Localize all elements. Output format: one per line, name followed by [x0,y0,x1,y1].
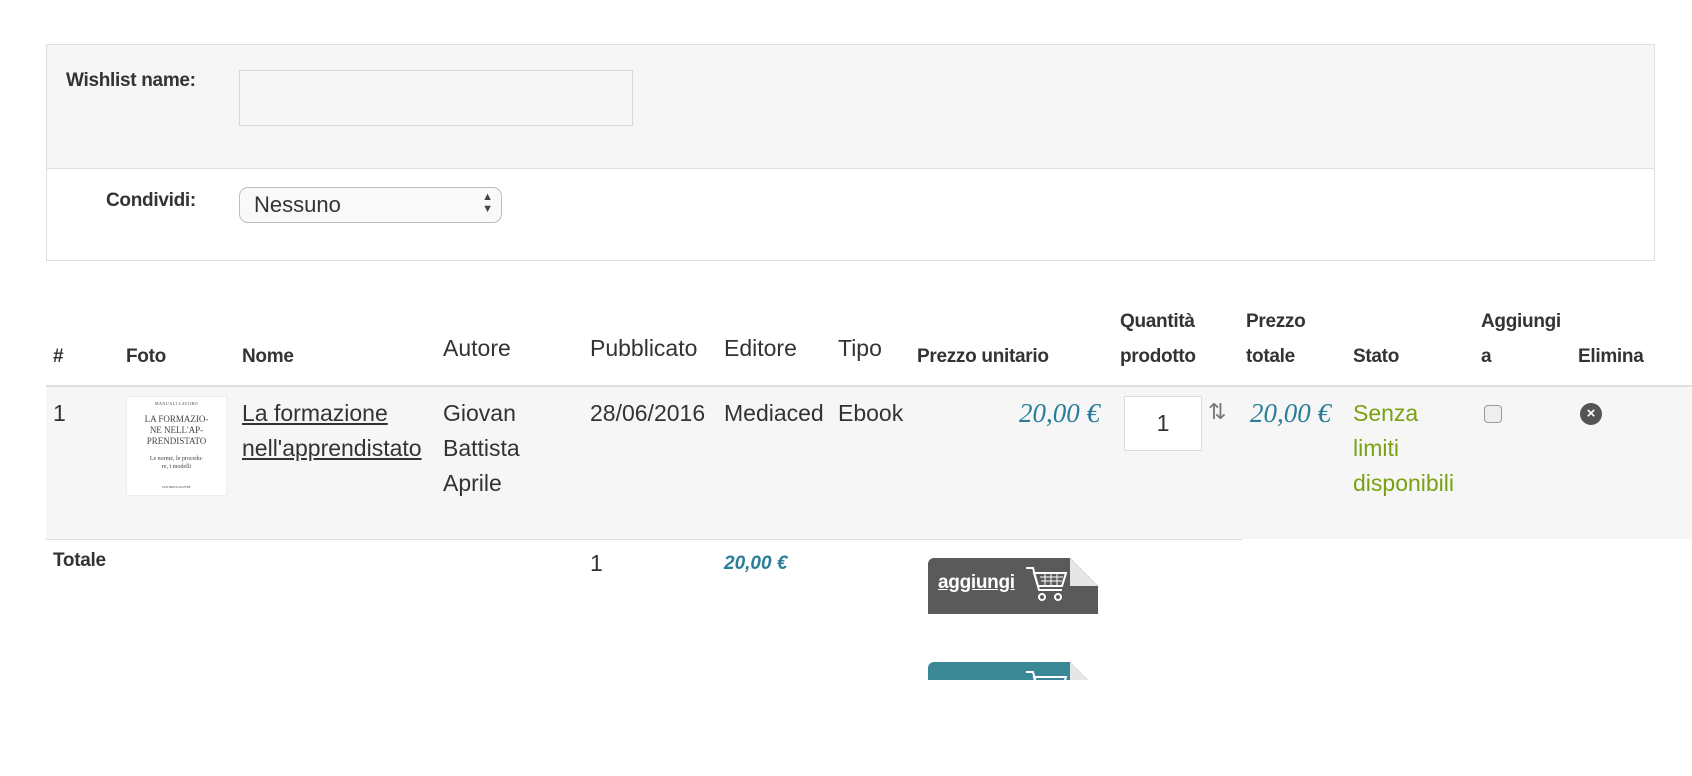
cover-subtitle: Le norme, le procedu- re, i modelli [149,456,204,470]
col-header-add-to-line2: a [1481,346,1492,367]
refresh-quantity-icon[interactable]: ⇅ [1208,400,1226,424]
unit-price: 20,00 € [1019,398,1100,428]
status-line3: disponibili [1353,470,1455,496]
status-line1: Senza [1353,400,1419,426]
share-select-value: Nessuno [254,192,341,217]
cover-publisher: MANUALI LAVORO [154,401,199,406]
product-name-line2[interactable]: nell'apprendistato [242,435,422,461]
select-arrows-icon: ▲ ▼ [482,191,493,215]
publisher-cell: Mediaced [724,400,824,426]
col-header-publisher: Editore [724,335,797,361]
col-header-name: Nome [242,346,294,367]
wishlist-name-input[interactable] [239,70,633,126]
col-header-delete: Elimina [1578,346,1644,367]
row-num: 1 [53,400,66,426]
col-header-quantity-line2: prodotto [1120,346,1196,367]
add-to-checkbox[interactable] [1484,405,1502,423]
add-to-cart-button[interactable]: aggiungi [928,558,1098,614]
col-header-unit-price: Prezzo unitario [917,346,1049,367]
col-header-total-price-line2: totale [1246,346,1295,367]
cover-title: LA FORMAZIO- NE NELL'AP- PRENDISTATO [144,414,209,446]
author-line3: Aprile [443,470,502,496]
add-to-cart-label: aggiungi [938,572,1015,593]
col-header-quantity-line1: Quantità [1120,311,1195,332]
cover-footer: DOTTRINA GIUFFRÈ [162,485,191,489]
col-header-published: Pubblicato [590,335,698,361]
author-cell: Giovan Battista Aprile [443,396,520,501]
published-date: 28/06/2016 [590,400,706,426]
shopping-cart-icon [1026,567,1068,601]
share-label: Condividi: [106,190,196,211]
share-select[interactable]: Nessuno ▲ ▼ [239,187,502,223]
type-cell: Ebook [838,400,904,426]
col-header-num: # [53,346,64,367]
product-name-link[interactable]: La formazione nell'apprendistato [242,396,422,466]
quantity-input[interactable]: 1 [1124,396,1202,451]
col-header-type: Tipo [838,335,882,361]
totals-label: Totale [53,550,106,571]
col-header-photo: Foto [126,346,166,367]
add-to-cart-button-alt[interactable] [928,662,1098,680]
author-line2: Battista [443,435,520,461]
total-price: 20,00 € [1250,398,1331,428]
shopping-cart-icon-alt [1026,671,1068,680]
row-divider [46,539,1242,540]
author-line1: Giovan [443,400,516,426]
product-name-line1[interactable]: La formazione [242,400,388,426]
status-cell: Senza limiti disponibili [1353,396,1454,501]
col-header-author: Autore [443,335,511,361]
delete-icon[interactable]: × [1580,403,1602,425]
totals-quantity: 1 [590,550,603,576]
col-header-status: Stato [1353,346,1400,367]
book-cover-image[interactable]: MANUALI LAVORO LA FORMAZIO- NE NELL'AP- … [126,396,227,496]
wishlist-name-label: Wishlist name: [66,70,196,91]
col-header-total-price-line1: Prezzo [1246,311,1306,332]
totals-price: 20,00 € [724,553,788,574]
status-line2: limiti [1353,435,1399,461]
col-header-add-to-line1: Aggiungi [1481,311,1561,332]
